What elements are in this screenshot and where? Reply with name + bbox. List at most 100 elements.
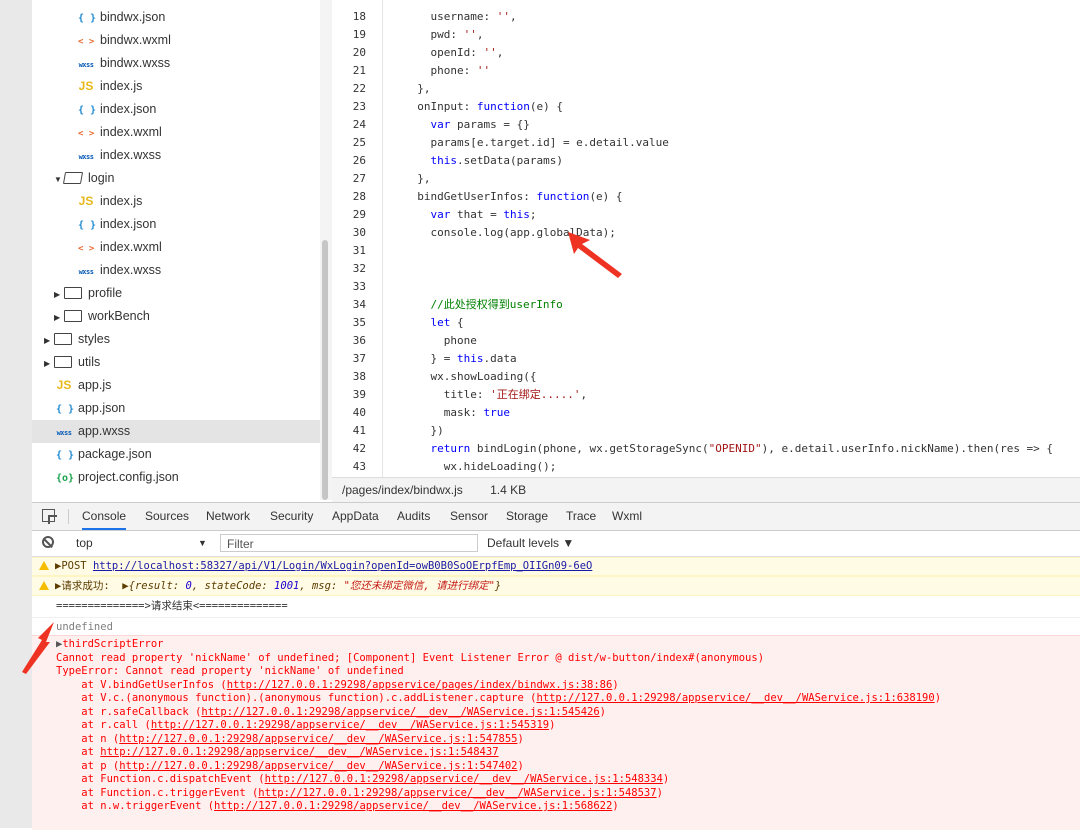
tree-item-workbench[interactable]: ▶ workBench [32, 305, 150, 328]
line-number: 37 [352, 352, 366, 365]
clear-console-icon[interactable] [42, 536, 54, 548]
tree-item-bindwx-wxss[interactable]: wxss bindwx.wxss [32, 52, 171, 75]
code-line[interactable]: title: '正在绑定.....', [404, 386, 587, 404]
tree-item-utils[interactable]: ▶ utils [32, 351, 100, 374]
line-number: 27 [352, 172, 366, 185]
code-line[interactable]: phone: '' [404, 62, 490, 80]
expand-arrow-icon[interactable]: ▼ [54, 168, 64, 191]
code-line[interactable]: bindGetUserInfos: function(e) { [404, 188, 622, 206]
tab-trace[interactable]: Trace [566, 503, 596, 530]
stack-frame: at r.call (http://127.0.0.1:29298/appser… [56, 719, 556, 731]
code-line[interactable]: }) [404, 422, 443, 440]
tree-item-index-wxss[interactable]: wxss index.wxss [32, 144, 162, 167]
tab-sensor[interactable]: Sensor [450, 503, 488, 530]
code-line[interactable]: params[e.target.id] = e.detail.value [404, 134, 668, 152]
stack-link[interactable]: http://127.0.0.1:29298/appservice/__dev_… [258, 787, 656, 799]
tree-item-index-js[interactable]: JS index.js [32, 75, 143, 98]
inspect-element-icon[interactable] [42, 509, 57, 524]
tree-item-index-json[interactable]: { } index.json [32, 213, 156, 236]
tree-item-login[interactable]: ▼ login [32, 167, 114, 190]
tree-item-app-json[interactable]: { } app.json [32, 397, 125, 420]
stack-link[interactable]: http://127.0.0.1:29298/appservice/pages/… [227, 679, 613, 691]
error-block[interactable]: ▶thirdScriptError Cannot read property 'n… [32, 635, 1080, 830]
tree-item-index-wxss[interactable]: wxss index.wxss [32, 259, 162, 282]
tree-item-label: index.json [100, 102, 157, 116]
stack-link[interactable]: http://127.0.0.1:29298/appservice/__dev_… [214, 800, 612, 812]
code-line[interactable]: //此处授权得到userInfo [404, 296, 563, 314]
context-selector[interactable]: top [76, 536, 93, 551]
code-editor[interactable]: 18 username: '', 19 pwd: '', 20 openId: ''… [332, 0, 1080, 477]
code-line[interactable]: username: '', [404, 8, 516, 26]
code-line[interactable]: pwd: '', [404, 26, 483, 44]
stack-link[interactable]: http://127.0.0.1:29298/appservice/__dev_… [201, 706, 599, 718]
warning-post-line[interactable]: ▶POST http://localhost:58327/api/V1/Logi… [32, 557, 1080, 576]
tab-sources[interactable]: Sources [145, 503, 189, 530]
file-size: 1.4 KB [490, 483, 527, 497]
stack-link[interactable]: http://127.0.0.1:29298/appservice/__dev_… [265, 773, 663, 785]
code-line[interactable]: } = this.data [404, 350, 516, 368]
code-line[interactable]: this.setData(params) [404, 152, 563, 170]
tree-item-package-json[interactable]: { } package.json [32, 443, 152, 466]
wxml-file-icon: < > [78, 37, 95, 47]
post-url-link[interactable]: http://localhost:58327/api/V1/Login/WxLo… [93, 560, 592, 572]
tree-item-label: project.config.json [78, 470, 179, 484]
code-line[interactable]: }, [404, 170, 430, 188]
tab-network[interactable]: Network [206, 503, 250, 530]
code-line[interactable]: wx.hideLoading(); [404, 458, 557, 476]
tree-item-index-wxml[interactable]: < > index.wxml [32, 236, 162, 259]
tree-item-bindwx-json[interactable]: { } bindwx.json [32, 6, 165, 29]
tree-item-index-wxml[interactable]: < > index.wxml [32, 121, 162, 144]
tree-item-label: index.js [100, 79, 143, 93]
tree-item-profile[interactable]: ▶ profile [32, 282, 122, 305]
code-line[interactable]: return bindLogin(phone, wx.getStorageSyn… [404, 440, 1054, 458]
warning-success-line[interactable]: ▶请求成功: ▶{result: 0, stateCode: 1001, msg… [32, 576, 1080, 596]
code-line[interactable]: }, [404, 80, 430, 98]
tree-item-bindwx-wxml[interactable]: < > bindwx.wxml [32, 29, 171, 52]
collapse-arrow-icon[interactable]: ▶ [54, 283, 64, 306]
line-number: 19 [352, 28, 366, 41]
code-line[interactable]: let { [404, 314, 464, 332]
tree-item-index-js[interactable]: JS index.js [32, 190, 143, 213]
log-levels-dropdown[interactable]: Default levels ▼ [487, 536, 574, 551]
tree-item-styles[interactable]: ▶ styles [32, 328, 110, 351]
tab-storage[interactable]: Storage [506, 503, 548, 530]
code-line[interactable]: mask: true [404, 404, 510, 422]
stack-link[interactable]: http://127.0.0.1:29298/appservice/__dev_… [536, 692, 934, 704]
line-number: 23 [352, 100, 366, 113]
tree-item-label: index.wxml [100, 240, 162, 254]
code-line[interactable]: wx.showLoading({ [404, 368, 536, 386]
tab-audits[interactable]: Audits [397, 503, 430, 530]
tree-item-app-wxss[interactable]: wxss app.wxss [32, 420, 322, 443]
folder-icon [54, 332, 72, 345]
collapse-arrow-icon[interactable]: ▶ [54, 306, 64, 329]
stack-link[interactable]: http://127.0.0.1:29298/appservice/__dev_… [100, 746, 498, 758]
collapse-arrow-icon[interactable]: ▶ [44, 329, 54, 352]
code-line[interactable]: openId: '', [404, 44, 503, 62]
line-number: 29 [352, 208, 366, 221]
code-line[interactable]: onInput: function(e) { [404, 98, 563, 116]
stack-link[interactable]: http://127.0.0.1:29298/appservice/__dev_… [119, 760, 517, 772]
tree-item-app-js[interactable]: JS app.js [32, 374, 112, 397]
stack-link[interactable]: http://127.0.0.1:29298/appservice/__dev_… [119, 733, 517, 745]
tree-item-label: bindwx.wxss [100, 56, 171, 70]
tree-scrollbar-thumb[interactable] [322, 240, 328, 500]
tab-console[interactable]: Console [82, 503, 127, 530]
tree-item-project-config-json[interactable]: {o} project.config.json [32, 466, 179, 489]
collapse-arrow-icon[interactable]: ▶ [44, 352, 54, 375]
tab-appdata[interactable]: AppData [332, 503, 379, 530]
tree-item-label: utils [78, 355, 101, 369]
tree-item-index-json[interactable]: { } index.json [32, 98, 156, 121]
tab-security[interactable]: Security [270, 503, 313, 530]
json-file-icon: { } [56, 450, 75, 461]
code-line[interactable]: var that = this; [404, 206, 537, 224]
stack-link[interactable]: http://127.0.0.1:29298/appservice/__dev_… [151, 719, 549, 731]
line-number: 28 [352, 190, 366, 203]
filter-input[interactable]: Filter [220, 534, 478, 552]
tab-wxml[interactable]: Wxml [612, 503, 642, 530]
annotation-arrow-icon [568, 232, 622, 278]
tree-item-label: index.wxss [100, 148, 162, 162]
context-caret-icon[interactable]: ▼ [198, 536, 207, 551]
undefined-line: undefined [32, 617, 1080, 636]
code-line[interactable]: var params = {} [404, 116, 530, 134]
code-line[interactable]: phone [404, 332, 477, 350]
